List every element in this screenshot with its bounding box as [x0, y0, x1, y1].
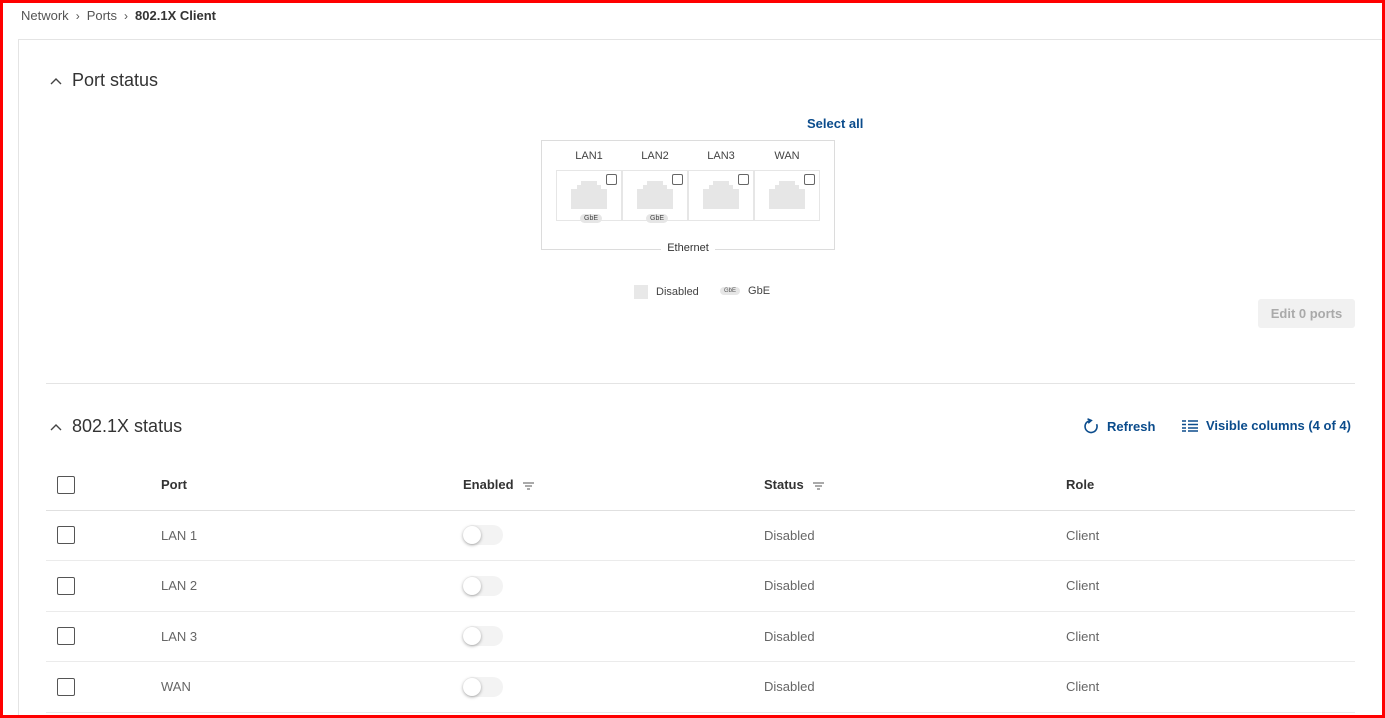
port-checkbox[interactable] [738, 174, 749, 185]
gbe-badge: GbE [720, 287, 741, 295]
column-status[interactable]: Status [764, 460, 1066, 511]
cell-port: LAN 2 [161, 560, 463, 612]
filter-icon[interactable] [813, 482, 825, 490]
cell-status: Disabled [764, 611, 1066, 662]
port-label: LAN3 [707, 150, 735, 162]
ethernet-port-icon [637, 181, 673, 209]
cell-role: Client [1066, 611, 1355, 662]
chevron-right-icon: › [124, 8, 129, 23]
breadcrumb-network[interactable]: Network [21, 8, 69, 23]
chevron-right-icon: › [75, 8, 80, 23]
dot1x-status-header[interactable]: 802.1X status [50, 416, 182, 437]
table-row: LAN 2 Disabled Client [46, 560, 1355, 612]
column-port[interactable]: Port [161, 460, 463, 511]
dot1x-status-table: Port Enabled Status Role LAN 1 Disabled … [46, 460, 1355, 713]
port-checkbox[interactable] [672, 174, 683, 185]
table-row: LAN 1 Disabled Client [46, 510, 1355, 561]
table-header-row: Port Enabled Status Role [46, 460, 1355, 511]
port-lan3[interactable] [688, 170, 754, 221]
columns-icon [1182, 419, 1198, 432]
enabled-toggle[interactable] [463, 525, 503, 546]
cell-role: Client [1066, 560, 1355, 612]
enabled-toggle[interactable] [463, 575, 503, 596]
edit-ports-button[interactable]: Edit 0 ports [1258, 299, 1355, 328]
row-checkbox[interactable] [57, 677, 75, 696]
select-all-checkbox[interactable] [57, 475, 75, 494]
chevron-up-icon [50, 77, 62, 84]
select-all-link[interactable]: Select all [807, 116, 863, 131]
refresh-button[interactable]: Refresh [1083, 418, 1155, 434]
ethernet-port-icon [769, 181, 805, 209]
cell-port: LAN 3 [161, 611, 463, 662]
cell-status: Disabled [764, 661, 1066, 713]
cell-port: WAN [161, 661, 463, 713]
row-checkbox[interactable] [57, 576, 75, 595]
table-row: LAN 3 Disabled Client [46, 611, 1355, 662]
refresh-icon [1084, 418, 1098, 434]
port-label: LAN1 [575, 150, 603, 162]
filter-icon[interactable] [523, 482, 535, 490]
port-label: WAN [774, 150, 800, 162]
enabled-toggle[interactable] [463, 676, 503, 697]
visible-columns-button[interactable]: Visible columns (4 of 4) [1182, 418, 1351, 433]
table-row: WAN Disabled Client [46, 661, 1355, 713]
port-label: LAN2 [641, 150, 669, 162]
row-checkbox[interactable] [57, 526, 75, 545]
gbe-badge: GbE [646, 214, 669, 223]
row-checkbox[interactable] [57, 627, 75, 646]
legend-disabled: Disabled [634, 285, 699, 299]
chevron-up-icon [50, 423, 62, 430]
gbe-badge: GbE [580, 214, 603, 223]
port-wan[interactable] [754, 170, 820, 221]
column-enabled[interactable]: Enabled [463, 460, 764, 511]
breadcrumb-ports[interactable]: Ports [87, 8, 117, 23]
breadcrumb-current: 802.1X Client [135, 8, 216, 23]
disabled-swatch [634, 285, 648, 299]
section-divider [46, 383, 1355, 384]
legend-gbe: GbE GbE [720, 285, 770, 297]
cell-role: Client [1066, 661, 1355, 713]
port-status-header[interactable]: Port status [50, 70, 158, 91]
cell-status: Disabled [764, 560, 1066, 612]
cell-port: LAN 1 [161, 510, 463, 561]
group-label: Ethernet [542, 242, 834, 254]
section-title: 802.1X status [72, 416, 183, 436]
ethernet-port-icon [703, 181, 739, 209]
cell-status: Disabled [764, 510, 1066, 561]
port-checkbox[interactable] [804, 174, 815, 185]
ethernet-port-icon [571, 181, 607, 209]
column-role[interactable]: Role [1066, 460, 1355, 511]
section-title: Port status [72, 70, 159, 90]
ethernet-port-group: LAN1 LAN2 LAN3 WAN GbE GbE Ethernet [541, 140, 835, 254]
cell-role: Client [1066, 510, 1355, 561]
breadcrumb: Network › Ports › 802.1X Client [21, 8, 216, 23]
enabled-toggle[interactable] [463, 626, 503, 647]
port-checkbox[interactable] [606, 174, 617, 185]
